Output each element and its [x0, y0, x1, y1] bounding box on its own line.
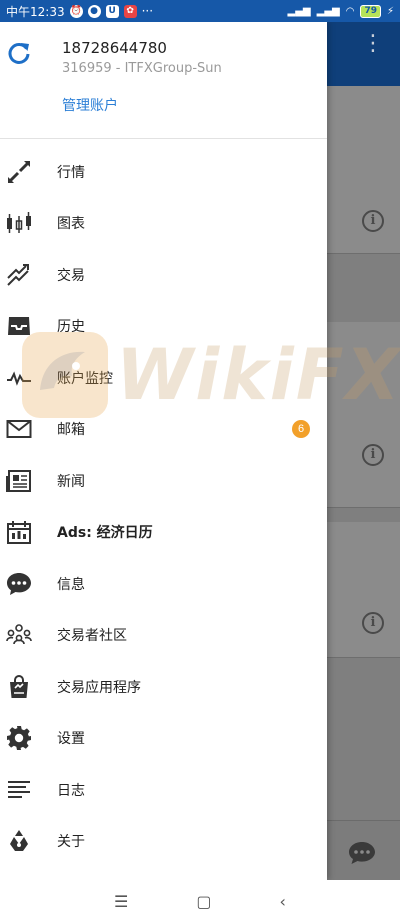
overflow-menu-icon[interactable]: ⋮	[362, 33, 384, 55]
account-server: 316959 - ITFXGroup-Sun	[62, 61, 222, 76]
status-bar: 中午12:33 ⏰ ● U ✿ ··· ▂▄▆ ▂▄▆ ◠ 79 ⚡	[0, 0, 400, 22]
chat-icon[interactable]	[348, 840, 376, 866]
menu-item-about[interactable]: 关于	[0, 816, 327, 868]
app-notification-icon: ✿	[123, 4, 137, 18]
signal-icon-2: ▂▄▆	[316, 5, 340, 17]
wifi-icon: ◠	[345, 5, 355, 17]
menu-label: 交易者社区	[57, 628, 127, 645]
quotes-icon	[7, 160, 31, 183]
alarm-icon: ⏰	[69, 4, 83, 18]
menu-label: 日志	[57, 782, 85, 799]
menu-label: Ads: 经济日历	[57, 525, 153, 542]
menu-item-history[interactable]: 历史	[0, 301, 327, 353]
info-icon[interactable]: i	[362, 210, 384, 232]
menu-item-trade[interactable]: 交易	[0, 249, 327, 301]
charging-icon: ⚡	[386, 5, 394, 17]
menu-label: 邮箱	[57, 422, 85, 439]
account-header: 18728644780 316959 - ITFXGroup-Sun 管理账户	[0, 22, 327, 139]
menu-item-settings[interactable]: 设置	[0, 713, 327, 765]
status-time: 中午12:33	[6, 4, 65, 19]
more-notifications: ···	[141, 4, 154, 18]
info-icon[interactable]: i	[362, 444, 384, 466]
gear-icon	[7, 726, 31, 751]
candlestick-chart-icon	[7, 212, 31, 234]
menu-label: 行情	[57, 164, 85, 181]
manage-accounts-link[interactable]: 管理账户	[62, 95, 118, 115]
menu-label: 图表	[57, 216, 85, 233]
menu-label: 关于	[57, 834, 85, 851]
battery-icon: 79	[360, 4, 381, 18]
trade-icon	[7, 263, 29, 286]
system-navigation-bar: ☰ ▢ ‹	[0, 880, 400, 922]
menu-item-news[interactable]: 新闻	[0, 455, 327, 507]
drawer-menu: 行情 图表 交易 历史 账户监控 邮箱 6 新闻 Ads: 经济日历 信息 交易…	[0, 139, 327, 867]
menu-label: 设置	[57, 731, 85, 748]
menu-label: 交易应用程序	[57, 679, 141, 696]
home-icon[interactable]: ▢	[196, 892, 211, 911]
navigation-drawer: 18728644780 316959 - ITFXGroup-Sun 管理账户 …	[0, 22, 327, 880]
info-icon[interactable]: i	[362, 612, 384, 634]
menu-item-account-monitor[interactable]: 账户监控	[0, 352, 327, 404]
menu-item-economic-calendar[interactable]: Ads: 经济日历	[0, 507, 327, 559]
calendar-icon	[7, 521, 31, 545]
journal-icon	[8, 780, 30, 798]
about-icon	[10, 830, 28, 852]
menu-item-traders-community[interactable]: 交易者社区	[0, 610, 327, 662]
menu-item-charts[interactable]: 图表	[0, 198, 327, 250]
news-icon	[6, 469, 31, 492]
menu-label: 账户监控	[57, 370, 113, 387]
recent-apps-icon[interactable]: ☰	[114, 892, 128, 911]
mail-icon	[6, 420, 32, 439]
shield-app-icon: U	[105, 4, 119, 18]
history-inbox-icon	[8, 317, 30, 336]
menu-label: 信息	[57, 576, 85, 593]
menu-item-journal[interactable]: 日志	[0, 764, 327, 816]
back-icon[interactable]: ‹	[280, 892, 286, 911]
signal-icon: ▂▄▆	[287, 5, 311, 17]
community-icon	[6, 624, 32, 645]
menu-label: 交易	[57, 267, 85, 284]
account-number[interactable]: 18728644780	[62, 39, 167, 57]
menu-item-trading-apps[interactable]: 交易应用程序	[0, 661, 327, 713]
menu-label: 新闻	[57, 473, 85, 490]
menu-label: 历史	[57, 319, 85, 336]
app-store-icon	[10, 674, 28, 698]
message-icon	[7, 572, 31, 595]
account-monitor-icon	[7, 371, 31, 386]
menu-item-quotes[interactable]: 行情	[0, 146, 327, 198]
refresh-icon[interactable]	[6, 40, 32, 66]
notification-app-icon: ●	[87, 4, 101, 18]
mail-unread-badge: 6	[292, 420, 310, 439]
menu-item-mailbox[interactable]: 邮箱 6	[0, 404, 327, 456]
menu-item-messages[interactable]: 信息	[0, 558, 327, 610]
